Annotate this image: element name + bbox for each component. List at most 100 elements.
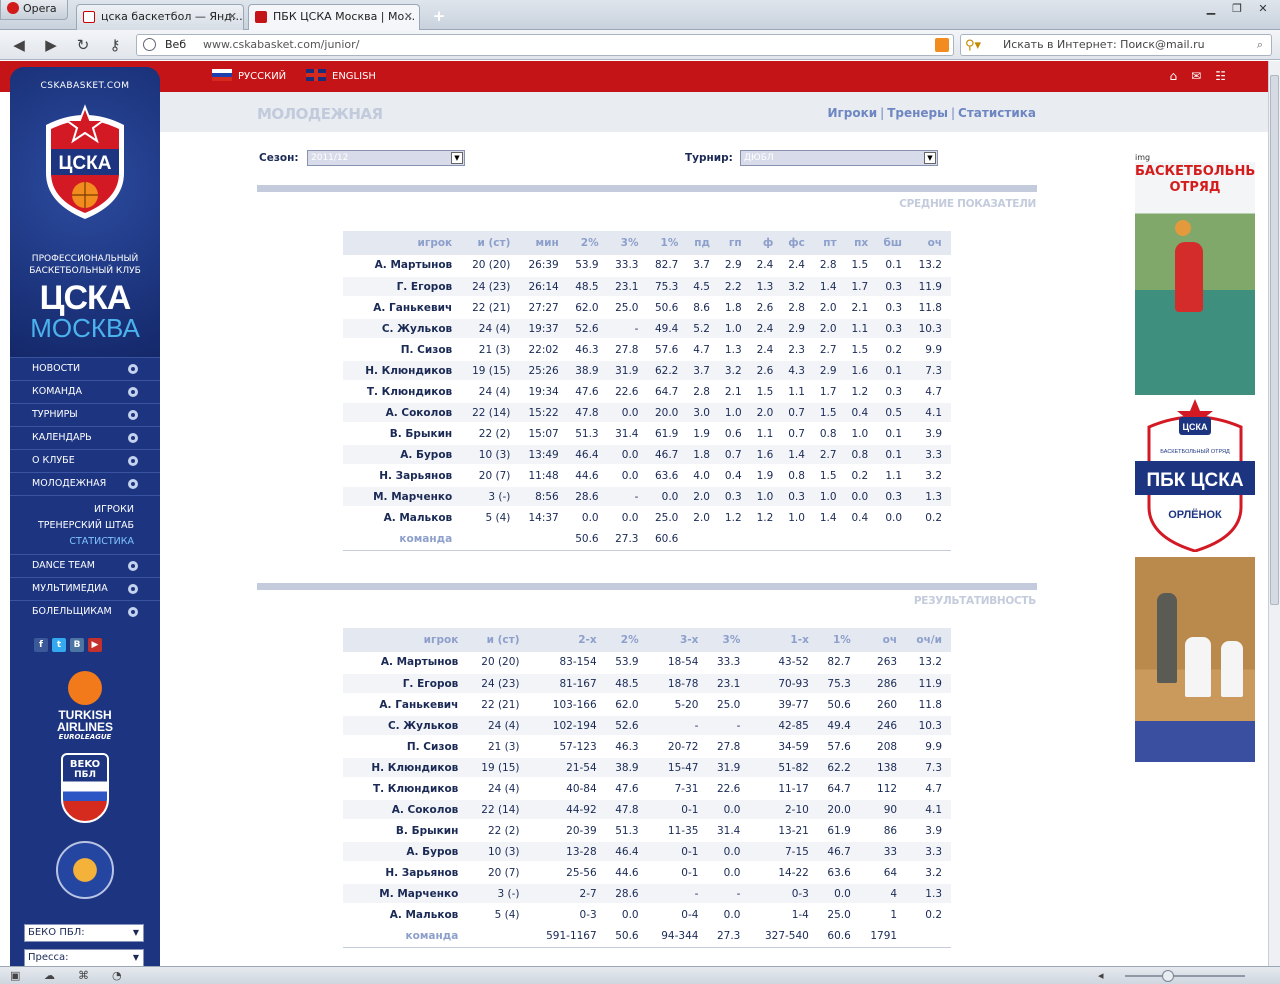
reload-icon[interactable]: ↻	[74, 36, 92, 54]
player-name[interactable]: Н. Зарьянов	[343, 465, 462, 487]
player-name[interactable]: П. Сизов	[343, 736, 468, 758]
table-cell: 25.0	[817, 904, 860, 926]
player-name[interactable]: А. Ганькевич	[343, 297, 462, 319]
unite-cloud-icon[interactable]: ☁	[44, 969, 55, 982]
tab-cska[interactable]: ПБК ЦСКА Москва | Мо… ✕	[248, 4, 420, 30]
share-icon[interactable]: ⌘	[78, 969, 89, 982]
menu-item-dance-team[interactable]: DANCE TEAM	[10, 554, 160, 577]
sitemap-icon[interactable]: ☷	[1215, 69, 1226, 83]
player-name[interactable]: Г. Егоров	[343, 276, 462, 298]
submenu-item-coaches[interactable]: ТРЕНЕРСКИЙ ШТАБ	[10, 518, 160, 534]
vkontakte-icon[interactable]: B	[70, 638, 84, 652]
rss-icon[interactable]	[935, 38, 949, 52]
lang-en-link[interactable]: ENGLISH	[306, 69, 376, 82]
player-name[interactable]: М. Марченко	[343, 883, 468, 905]
menu-item-calendar[interactable]: КАЛЕНДАРЬ	[10, 426, 160, 449]
press-select[interactable]: Пресса: ▼	[24, 949, 144, 966]
panel-toggle-icon[interactable]: ▣	[10, 969, 20, 982]
ad-training-photo[interactable]	[1135, 557, 1255, 762]
table-cell	[687, 527, 719, 551]
cska-crest-logo[interactable]: ЦСКА	[36, 103, 134, 223]
player-name[interactable]: П. Сизов	[343, 339, 462, 361]
player-name[interactable]: А. Буров	[343, 841, 468, 863]
address-url[interactable]: www.cskabasket.com/junior/	[203, 35, 359, 55]
back-icon[interactable]: ◀	[10, 36, 28, 54]
player-name[interactable]: Н. Клюндиков	[343, 360, 462, 382]
menu-item-youth[interactable]: МОЛОДЕЖНАЯ	[10, 472, 160, 495]
table-cell	[845, 527, 878, 551]
ad-pbk-cska-orlenok[interactable]: ЦСКА БАСКЕТБОЛЬНЫЙ ОТРЯД ПБК ЦСКА ОРЛЁНО…	[1135, 397, 1255, 553]
twitter-icon[interactable]: t	[52, 638, 66, 652]
player-name[interactable]: В. Брыкин	[343, 820, 468, 842]
address-field[interactable]: Веб www.cskabasket.com/junior/	[136, 34, 954, 56]
table-cell	[906, 924, 951, 948]
player-name[interactable]: С. Жульков	[343, 715, 468, 737]
site-name[interactable]: CSKABASKET.COM	[10, 81, 160, 91]
vertical-scrollbar[interactable]	[1268, 61, 1280, 966]
search-icon[interactable]: ⌕	[1257, 35, 1263, 55]
vtb-league-logo[interactable]	[10, 841, 160, 899]
submenu-item-players[interactable]: ИГРОКИ	[10, 502, 160, 518]
table-cell: 26:39	[519, 255, 568, 277]
player-name[interactable]: Т. Клюндиков	[343, 381, 462, 403]
zoom-slider[interactable]	[1125, 975, 1245, 977]
link-players[interactable]: Игроки	[827, 106, 877, 120]
player-name[interactable]: А. Соколов	[343, 402, 462, 424]
table-cell: 0.4	[845, 402, 878, 424]
youtube-icon[interactable]: ▶	[88, 638, 102, 652]
menu-item-fans[interactable]: БОЛЕЛЬЩИКАМ	[10, 600, 160, 623]
player-name[interactable]: А. Мальков	[343, 507, 462, 529]
menu-item-multimedia[interactable]: МУЛЬТИМЕДИА	[10, 577, 160, 600]
player-name[interactable]: Т. Клюндиков	[343, 778, 468, 800]
maximize-icon[interactable]: ❐	[1224, 2, 1250, 15]
menu-item-tournaments[interactable]: ТУРНИРЫ	[10, 403, 160, 426]
close-tab-icon[interactable]: ✕	[228, 5, 237, 29]
tournament-select[interactable]: ДЮБЛ ▼	[740, 150, 938, 166]
table-cell: 0.0	[607, 465, 648, 487]
menu-item-about[interactable]: О КЛУБЕ	[10, 449, 160, 472]
menu-item-news[interactable]: НОВОСТИ	[10, 357, 160, 380]
search-field[interactable]: ⚲▾ Искать в Интернет: Поиск@mail.ru ⌕	[960, 34, 1272, 56]
tab-yandex[interactable]: цска баскетбол — Янд… ✕	[76, 4, 244, 30]
scrollbar-thumb[interactable]	[1270, 75, 1279, 605]
player-name[interactable]: В. Брыкин	[343, 423, 462, 445]
view-icon[interactable]: ◂	[1098, 969, 1104, 982]
player-name[interactable]: М. Марченко	[343, 486, 462, 508]
player-name[interactable]: А. Ганькевич	[343, 694, 468, 716]
player-name[interactable]: А. Соколов	[343, 799, 468, 821]
search-engine-icon[interactable]: ⚲▾	[965, 36, 981, 56]
link-statistics[interactable]: Статистика	[958, 106, 1036, 120]
forward-icon[interactable]: ▶	[42, 36, 60, 54]
close-tab-icon[interactable]: ✕	[404, 5, 413, 29]
mail-icon[interactable]: ✉	[1191, 69, 1201, 83]
player-name[interactable]: А. Мальков	[343, 904, 468, 926]
ad-basketball-camp[interactable]: БАСКЕТБОЛЬНЫЙ ОТРЯД	[1135, 162, 1255, 395]
home-icon[interactable]: ⌂	[1170, 69, 1178, 83]
player-name[interactable]: С. Жульков	[343, 318, 462, 340]
lang-ru-link[interactable]: РУССКИЙ	[212, 69, 286, 82]
opera-menu-button[interactable]: Opera	[0, 0, 68, 20]
link-coaches[interactable]: Тренеры	[887, 106, 948, 120]
euroleague-logo[interactable]: TURKISH AIRLINES EUROLEAGUE	[10, 671, 160, 741]
key-icon[interactable]: ⚷	[106, 36, 124, 54]
player-name[interactable]: Н. Клюндиков	[343, 757, 468, 779]
beko-pbl-logo[interactable]: BEKO ПБЛ	[10, 753, 160, 823]
player-name[interactable]: Г. Егоров	[343, 673, 468, 695]
menu-item-team[interactable]: КОМАНДА	[10, 380, 160, 403]
player-name[interactable]: Н. Зарьянов	[343, 862, 468, 884]
player-name[interactable]: А. Мартынов	[343, 255, 462, 277]
new-tab-button[interactable]: +	[428, 6, 450, 26]
facebook-icon[interactable]: f	[34, 638, 48, 652]
submenu-item-stats[interactable]: СТАТИСТИКА	[10, 534, 160, 550]
minimize-icon[interactable]: ▁	[1198, 2, 1224, 15]
table-cell: 0.8	[813, 423, 846, 445]
table-cell: 0.3	[877, 318, 912, 340]
turbo-icon[interactable]: ◔	[112, 969, 122, 982]
beko-pbl-select[interactable]: БЕКО ПБЛ: ▼	[24, 924, 144, 942]
player-name[interactable]: А. Буров	[343, 444, 462, 466]
close-window-icon[interactable]: ✕	[1250, 2, 1276, 15]
zoom-slider-knob[interactable]	[1162, 970, 1174, 982]
player-name[interactable]: А. Мартынов	[343, 652, 468, 674]
table-cell: 3 (-)	[461, 486, 520, 508]
season-select[interactable]: 2011/12 ▼	[307, 150, 465, 166]
